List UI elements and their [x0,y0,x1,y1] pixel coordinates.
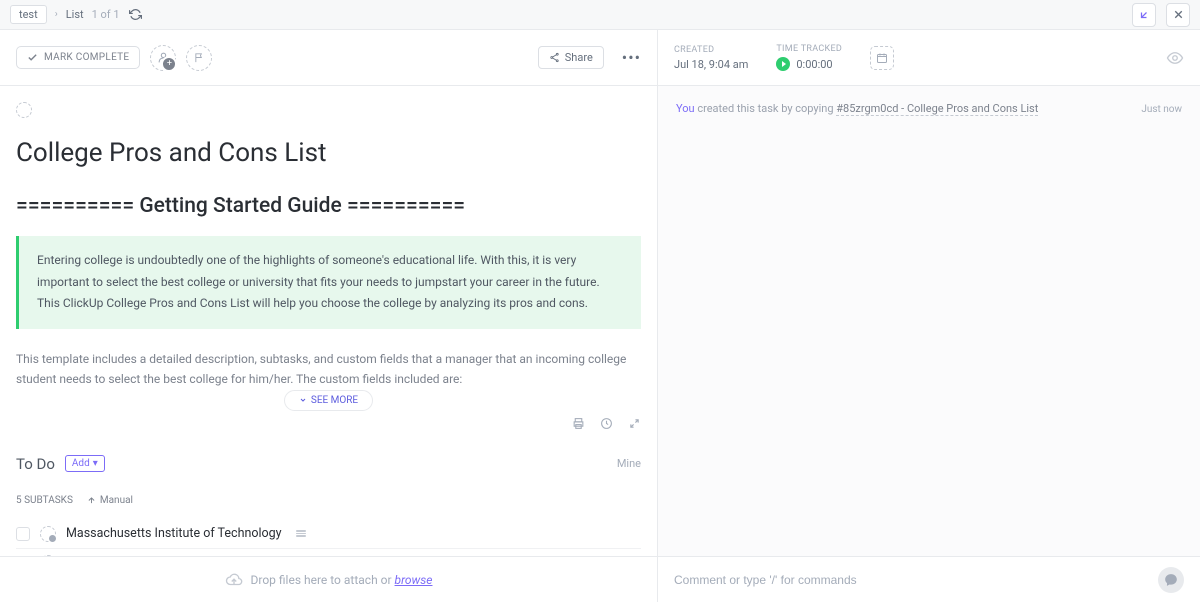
task-pane: MARK COMPLETE Share ••• College Pros and… [0,30,658,556]
time-tracked-meta: TIME TRACKED 0:00:00 [776,44,842,71]
comment-input[interactable] [674,573,1148,587]
mine-filter[interactable]: Mine [617,457,641,470]
add-label: Add [72,458,90,469]
intro-callout: Entering college is undoubtedly one of t… [16,236,641,329]
attachment-drop-zone[interactable]: Drop files here to attach or browse [0,557,658,602]
subtask-assignee-icon[interactable] [40,555,56,556]
history-icon[interactable] [599,417,613,431]
activity-link[interactable]: #85zrgm0cd - College Pros and Cons List [836,102,1038,116]
subtasks-header: 5 SUBTASKS Manual [16,495,641,506]
share-button[interactable]: Share [538,46,604,69]
time-tracked-value: 0:00:00 [796,58,832,71]
expand-icon[interactable] [627,417,641,431]
activity-feed: You created this task by copying #85zrgm… [658,86,1200,556]
see-more-label: SEE MORE [311,395,358,406]
chevron-right-icon: › [55,9,58,20]
subtask-assignee-icon[interactable] [40,526,56,542]
subtask-row[interactable]: Massachusetts Institute of Technology [16,520,641,548]
subtask-menu-icon[interactable] [296,530,306,537]
topbar: test › List 1 of 1 [0,0,1200,30]
activity-item: You created this task by copying #85zrgm… [676,102,1182,115]
sort-button[interactable]: Manual [87,495,133,506]
activity-pane: CREATED Jul 18, 9:04 am TIME TRACKED 0:0… [658,30,1200,556]
activity-user: You [676,102,695,115]
breadcrumb: test › List 1 of 1 [10,5,144,24]
created-label: CREATED [674,45,748,55]
chevron-down-icon: ▾ [93,458,98,469]
breadcrumb-list[interactable]: List [66,8,84,21]
footer: Drop files here to attach or browse [0,556,1200,602]
activity-header: CREATED Jul 18, 9:04 am TIME TRACKED 0:0… [658,30,1200,86]
subtask-row[interactable]: Georgia Institute of Technology [16,548,641,556]
guide-heading: ========== Getting Started Guide =======… [16,194,641,218]
comment-bar [658,557,1200,602]
task-content: College Pros and Cons List ========== Ge… [0,86,657,556]
subtasks-count: 5 SUBTASKS [16,495,73,506]
subtask-name: Georgia Institute of Technology [66,555,239,556]
see-more-button[interactable]: SEE MORE [284,390,373,411]
sort-label: Manual [100,495,133,506]
todo-section: To Do Add ▾ Mine [16,455,641,473]
time-tracked-label: TIME TRACKED [776,44,842,54]
intro-text: Entering college is undoubtedly one of t… [37,250,623,315]
mark-complete-button[interactable]: MARK COMPLETE [16,46,140,69]
subtask-list: Massachusetts Institute of Technology Ge… [16,520,641,556]
created-value: Jul 18, 9:04 am [674,58,748,71]
share-label: Share [565,51,593,64]
drop-text: Drop files here to attach or browse [251,573,433,587]
assignee-add-icon[interactable] [150,45,176,71]
timer-play-button[interactable] [776,57,790,71]
activity-time: Just now [1141,104,1182,115]
minimize-button[interactable] [1132,3,1156,27]
activity-text: You created this task by copying #85zrgm… [676,102,1038,115]
mark-complete-label: MARK COMPLETE [44,52,129,63]
close-button[interactable] [1166,3,1190,27]
status-icon[interactable] [16,102,32,118]
task-header: MARK COMPLETE Share ••• [0,30,657,86]
more-menu-icon[interactable]: ••• [622,48,641,67]
watch-icon[interactable] [1166,49,1184,67]
browse-link[interactable]: browse [395,573,433,587]
priority-flag-icon[interactable] [186,45,212,71]
todo-label: To Do [16,455,55,473]
send-comment-button[interactable] [1158,567,1184,593]
subtask-checkbox[interactable] [16,527,30,541]
subtask-name: Massachusetts Institute of Technology [66,526,282,541]
add-subtask-button[interactable]: Add ▾ [65,455,105,472]
task-title[interactable]: College Pros and Cons List [16,138,641,168]
description-tools [16,417,641,431]
print-icon[interactable] [571,417,585,431]
due-date-icon[interactable] [870,46,894,70]
breadcrumb-position: 1 of 1 [92,8,120,21]
created-meta: CREATED Jul 18, 9:04 am [674,45,748,71]
breadcrumb-root[interactable]: test [10,5,47,24]
topbar-actions [1132,3,1190,27]
template-description: This template includes a detailed descri… [16,349,641,390]
cloud-upload-icon [225,571,243,589]
refresh-icon[interactable] [128,7,144,23]
